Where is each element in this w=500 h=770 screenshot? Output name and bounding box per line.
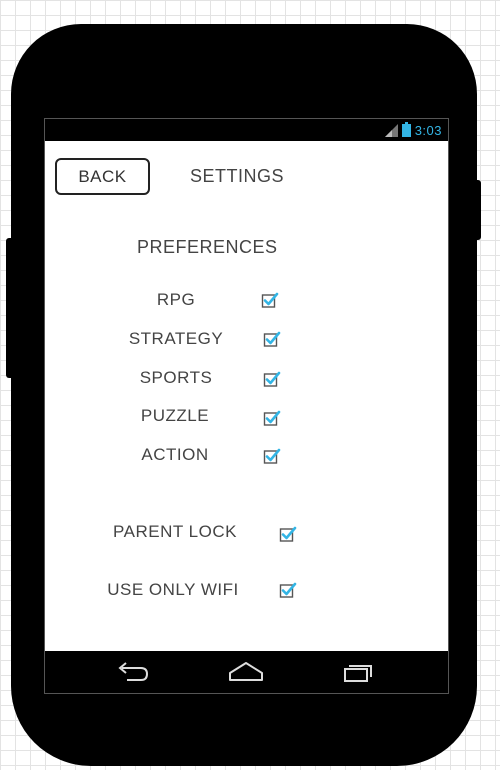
power-button [473,180,481,240]
status-bar: 3:03 [45,119,448,141]
battery-icon [401,121,411,137]
signal-icon [384,123,398,137]
option-label-use-only-wifi: USE ONLY WIFI [107,580,239,599]
option-label-parent-lock: PARENT LOCK [113,522,237,541]
pref-label-puzzle: PUZZLE [140,406,210,425]
device-screen: 3:03 BACK SETTINGS PREFERENCES RPG STRAT… [44,118,449,694]
checkbox-strategy[interactable] [263,330,281,348]
pref-label-strategy: STRATEGY [128,329,224,348]
preferences-heading: PREFERENCES [137,237,278,257]
checkbox-rpg[interactable] [261,291,279,309]
pref-label-rpg: RPG [156,290,196,309]
checkbox-action[interactable] [263,447,281,465]
pref-label-sports: SPORTS [139,368,213,387]
checkbox-use-only-wifi[interactable] [279,581,297,599]
status-time: 3:03 [414,122,442,138]
volume-button [6,238,16,378]
pref-label-action: ACTION [141,445,209,464]
page-title: SETTINGS [190,166,285,186]
checkbox-sports[interactable] [263,370,281,388]
checkbox-puzzle[interactable] [263,409,281,427]
home-icon[interactable] [226,659,266,685]
back-arrow-icon[interactable] [113,659,153,685]
navigation-bar [45,651,448,693]
checkbox-parent-lock[interactable] [279,525,297,543]
recent-apps-icon[interactable] [339,659,379,685]
back-button[interactable]: BACK [55,158,150,195]
